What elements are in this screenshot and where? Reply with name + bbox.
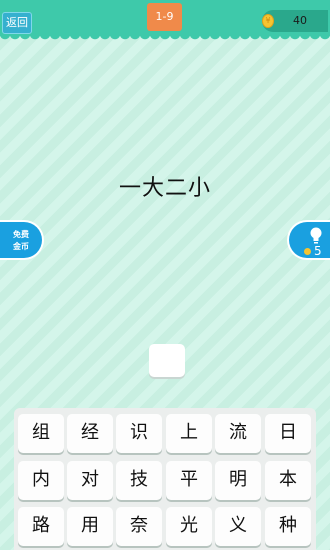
char-key[interactable]: 日: [265, 414, 311, 453]
char-key[interactable]: 流: [215, 414, 261, 453]
char-key[interactable]: 经: [67, 414, 113, 453]
hint-count: 5: [314, 244, 322, 258]
answer-slot[interactable]: [149, 344, 185, 377]
char-key[interactable]: 用: [67, 507, 113, 546]
char-key[interactable]: 本: [265, 461, 311, 500]
char-key[interactable]: 明: [215, 461, 261, 500]
char-key[interactable]: 路: [18, 507, 64, 546]
char-key[interactable]: 组: [18, 414, 64, 453]
coin-icon: ¥: [262, 14, 274, 28]
puzzle-question: 一大二小: [118, 176, 211, 201]
char-key[interactable]: 种: [265, 507, 311, 546]
free-coins-button[interactable]: 免费 金币: [0, 220, 44, 260]
free-coins-label-1: 免费: [13, 230, 29, 239]
coin-count: 40: [293, 14, 307, 27]
char-key[interactable]: 识: [116, 414, 162, 453]
char-key[interactable]: 奈: [116, 507, 162, 546]
char-key[interactable]: 平: [166, 461, 212, 500]
scalloped-edge: [0, 34, 330, 42]
hint-button[interactable]: 5: [287, 220, 330, 260]
char-key[interactable]: 对: [67, 461, 113, 500]
char-key[interactable]: 技: [116, 461, 162, 500]
char-key[interactable]: 上: [166, 414, 212, 453]
char-key[interactable]: 内: [18, 461, 64, 500]
char-key[interactable]: 义: [215, 507, 261, 546]
char-key[interactable]: 光: [166, 507, 212, 546]
level-badge: 1-9: [147, 3, 182, 31]
hint-coin-icon: [304, 248, 311, 255]
back-button[interactable]: 返回: [2, 12, 32, 34]
character-keyboard: 组 经 识 上 流 日 内 对 技 平 明 本 路 用 奈 光 义 种: [14, 408, 316, 550]
free-coins-label-2: 金币: [13, 242, 29, 251]
